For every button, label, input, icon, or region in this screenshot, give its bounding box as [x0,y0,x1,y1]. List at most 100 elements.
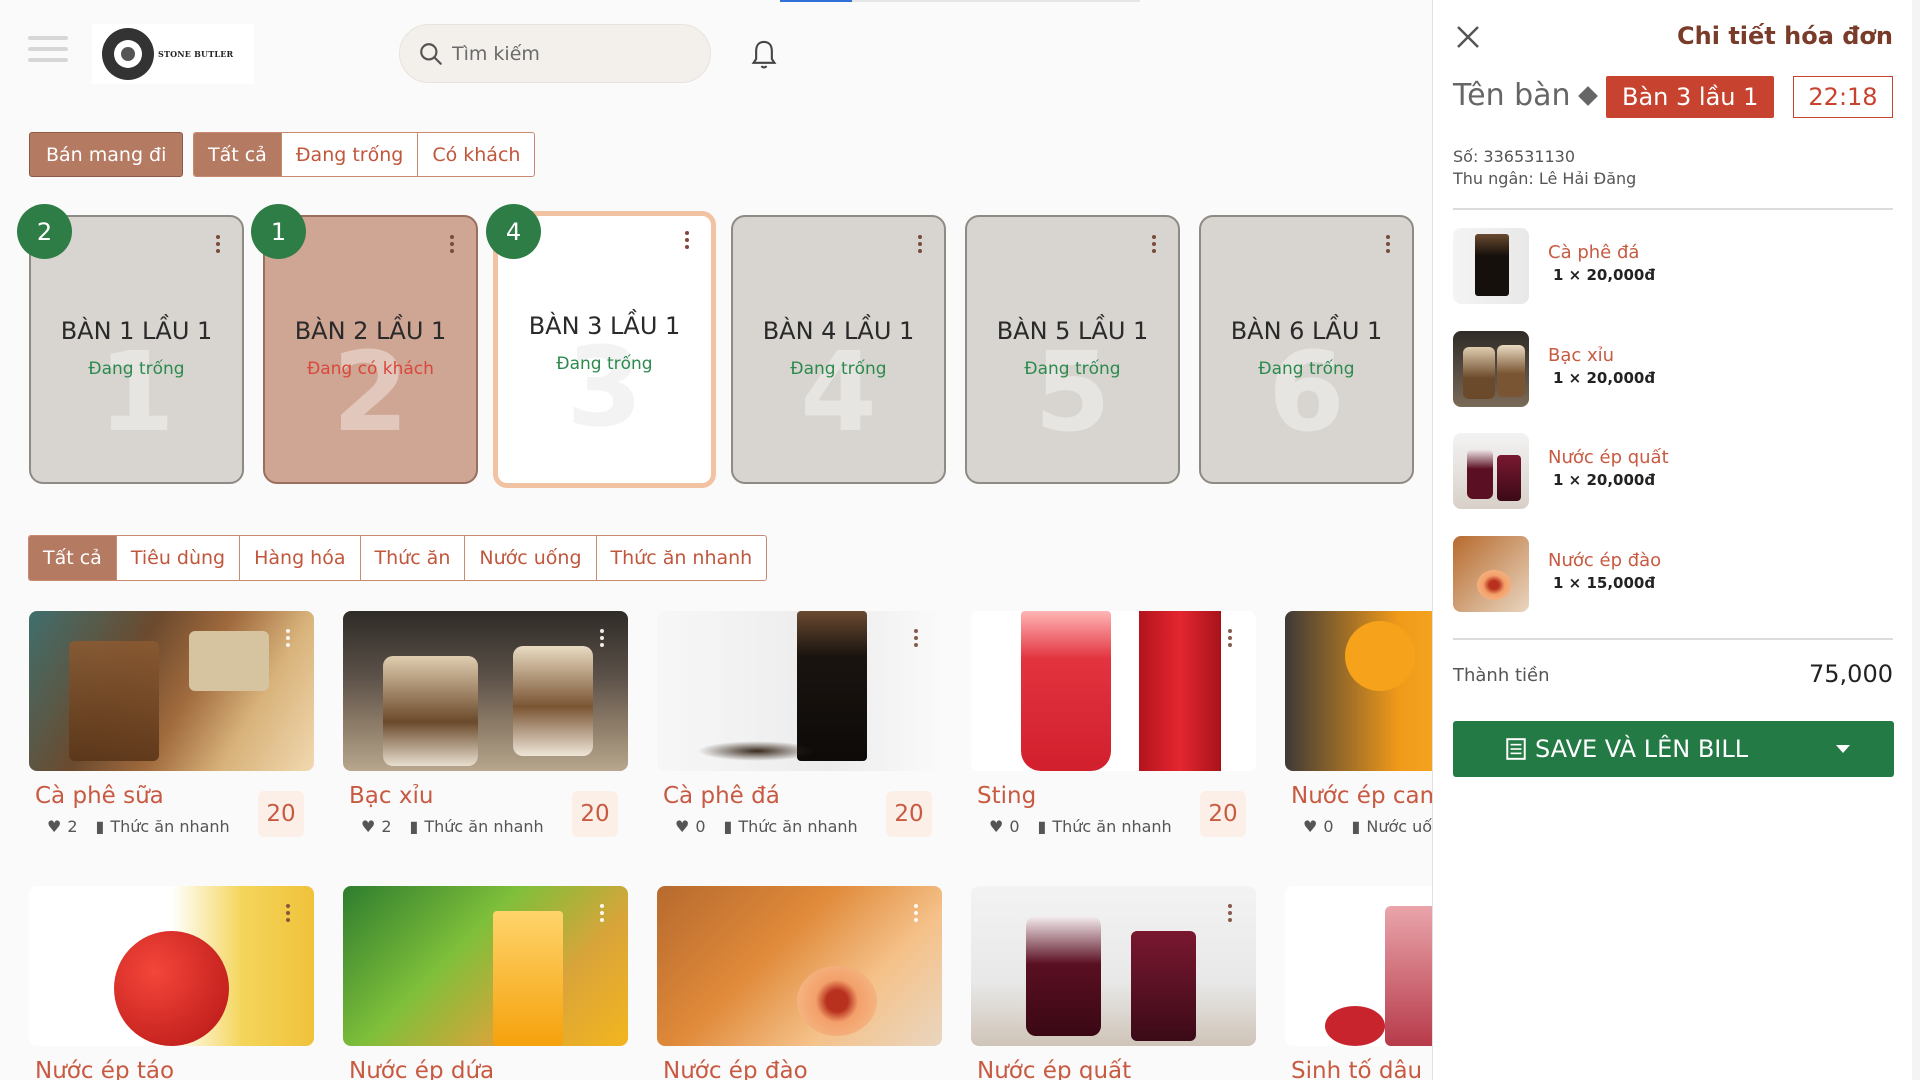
filter-all[interactable]: Tất cả [194,133,281,176]
table-number-watermark: 2 [332,328,409,456]
product-card[interactable]: Cà phê sữa ♥ 2 ▮ Thức ăn nhanh 20 [29,611,314,837]
menu-icon[interactable] [28,36,68,66]
table-status: Đang trống [556,354,653,374]
product-image [1285,611,1432,771]
category-tabs: Tất cả Tiêu dùng Hàng hóa Thức ăn Nước u… [28,535,768,581]
product-price: 20 [886,791,932,837]
divider [1453,208,1893,210]
invoice-title: Chi tiết hóa đơn [1677,22,1893,50]
more-icon[interactable] [1152,235,1156,253]
more-icon[interactable] [1386,235,1390,253]
search-input[interactable] [452,42,682,65]
gear-logo-icon [102,28,154,80]
table-name: BÀN 3 LẦU 1 [528,312,681,340]
tab-consumer[interactable]: Tiêu dùng [115,536,239,580]
table-card-1[interactable]: 1 BÀN 1 LẦU 1 Đang trống [29,215,244,484]
total-label: Thành tiền [1453,665,1550,686]
item-name: Bạc xỉu [1548,345,1615,366]
product-card[interactable]: Cà phê đá ♥ 0 ▮ Thức ăn nhanh 20 [657,611,942,837]
item-quantity-price: 1 × 20,000đ [1553,266,1656,284]
product-image [29,886,314,1046]
tab-all[interactable]: Tất cả [29,536,116,580]
loading-bar [780,0,1140,2]
bookmark-icon: ▮ [95,817,105,836]
table-label-text: Tên bàn [1453,78,1571,113]
more-icon[interactable] [450,235,454,253]
heart-icon[interactable]: ♥ [47,817,61,836]
table-name: BÀN 1 LẦU 1 [60,317,213,345]
table-number-watermark: 4 [800,328,877,456]
takeaway-button[interactable]: Bán mang đi [29,132,184,177]
total-value: 75,000 [1809,660,1893,688]
product-card[interactable]: Nước ép dứa [343,886,628,1080]
more-icon[interactable] [216,235,220,253]
order-item[interactable]: Nước ép quất 1 × 20,000đ [1453,433,1893,509]
bookmark-icon: ▮ [1351,817,1361,836]
table-number-watermark: 5 [1034,328,1111,456]
divider [1453,638,1893,640]
more-icon[interactable] [286,629,290,650]
product-card[interactable]: Bạc xỉu ♥ 2 ▮ Thức ăn nhanh 20 [343,611,628,837]
cashier-name: Thu ngân: Lê Hải Đăng [1453,169,1637,188]
selected-table-name[interactable]: Bàn 3 lầu 1 [1606,76,1775,118]
more-icon[interactable] [914,904,918,925]
close-icon[interactable] [1453,22,1483,52]
table-card-5[interactable]: 5 BÀN 5 LẦU 1 Đang trống [965,215,1180,484]
table-card-2[interactable]: 2 BÀN 2 LẦU 1 Đang có khách [263,215,478,484]
table-card-4[interactable]: 4 BÀN 4 LẦU 1 Đang trống [731,215,946,484]
item-thumbnail [1453,433,1529,509]
heart-icon[interactable]: ♥ [1303,817,1317,836]
product-card[interactable]: Sinh tố dâu [1285,886,1432,1080]
more-icon[interactable] [600,629,604,650]
more-icon[interactable] [1228,904,1232,925]
table-card-6[interactable]: 6 BÀN 6 LẦU 1 Đang trống [1199,215,1414,484]
product-image [343,886,628,1046]
table-status: Đang trống [1258,359,1355,379]
more-icon[interactable] [600,904,604,925]
chevron-down-icon[interactable] [1836,745,1850,753]
filter-empty[interactable]: Đang trống [280,133,418,176]
item-name: Nước ép đào [1548,550,1662,571]
product-name: Nước ép đào [663,1058,808,1080]
order-item[interactable]: Bạc xỉu 1 × 20,000đ [1453,331,1893,407]
bell-icon[interactable] [748,38,780,72]
table-name: BÀN 5 LẦU 1 [996,317,1149,345]
heart-icon[interactable]: ♥ [361,817,375,836]
like-count: 0 [695,817,706,836]
more-icon[interactable] [286,904,290,925]
save-button-label: SAVE VÀ LÊN BILL [1535,735,1749,763]
tab-goods[interactable]: Hàng hóa [239,536,359,580]
tab-food[interactable]: Thức ăn [359,536,465,580]
search-box[interactable] [399,24,711,83]
heart-icon[interactable]: ♥ [989,817,1003,836]
item-thumbnail [1453,536,1529,612]
product-card[interactable]: Nước ép quất [971,886,1256,1080]
heart-icon[interactable]: ♥ [675,817,689,836]
filter-occupied[interactable]: Có khách [417,133,534,176]
product-card[interactable]: Nước ép táo [29,886,314,1080]
tab-fast-food[interactable]: Thức ăn nhanh [595,536,767,580]
product-image [657,611,942,771]
order-item[interactable]: Cà phê đá 1 × 20,000đ [1453,228,1893,304]
product-price: 20 [1200,791,1246,837]
invoice-panel: Chi tiết hóa đơn Tên bàn Bàn 3 lầu 1 22:… [1432,0,1920,1080]
tab-drinks[interactable]: Nước uống [464,536,595,580]
more-icon[interactable] [918,235,922,253]
table-label: Tên bàn [1453,78,1598,113]
logo-text: STONE BUTLER [158,49,234,59]
product-category: Thức ăn nhanh [110,817,230,836]
product-card[interactable]: Sting ♥ 0 ▮ Thức ăn nhanh 20 [971,611,1256,837]
table-status: Đang trống [88,359,185,379]
product-meta: ♥ 0 ▮ Nước uống [1303,817,1432,836]
product-card[interactable]: Nước ép đào [657,886,942,1080]
more-icon[interactable] [1228,629,1232,650]
more-icon[interactable] [914,629,918,650]
product-card[interactable]: Nước ép cam ♥ 0 ▮ Nước uống [1285,611,1432,836]
invoice-time: 22:18 [1793,76,1893,118]
save-and-print-bill-button[interactable]: SAVE VÀ LÊN BILL [1453,721,1894,777]
order-item[interactable]: Nước ép đào 1 × 15,000đ [1453,536,1893,612]
invoice-number: Số: 336531130 [1453,147,1576,166]
scrollbar[interactable] [1912,0,1920,1080]
table-status-filter: Tất cả Đang trống Có khách [193,132,536,177]
more-icon[interactable] [685,231,689,249]
